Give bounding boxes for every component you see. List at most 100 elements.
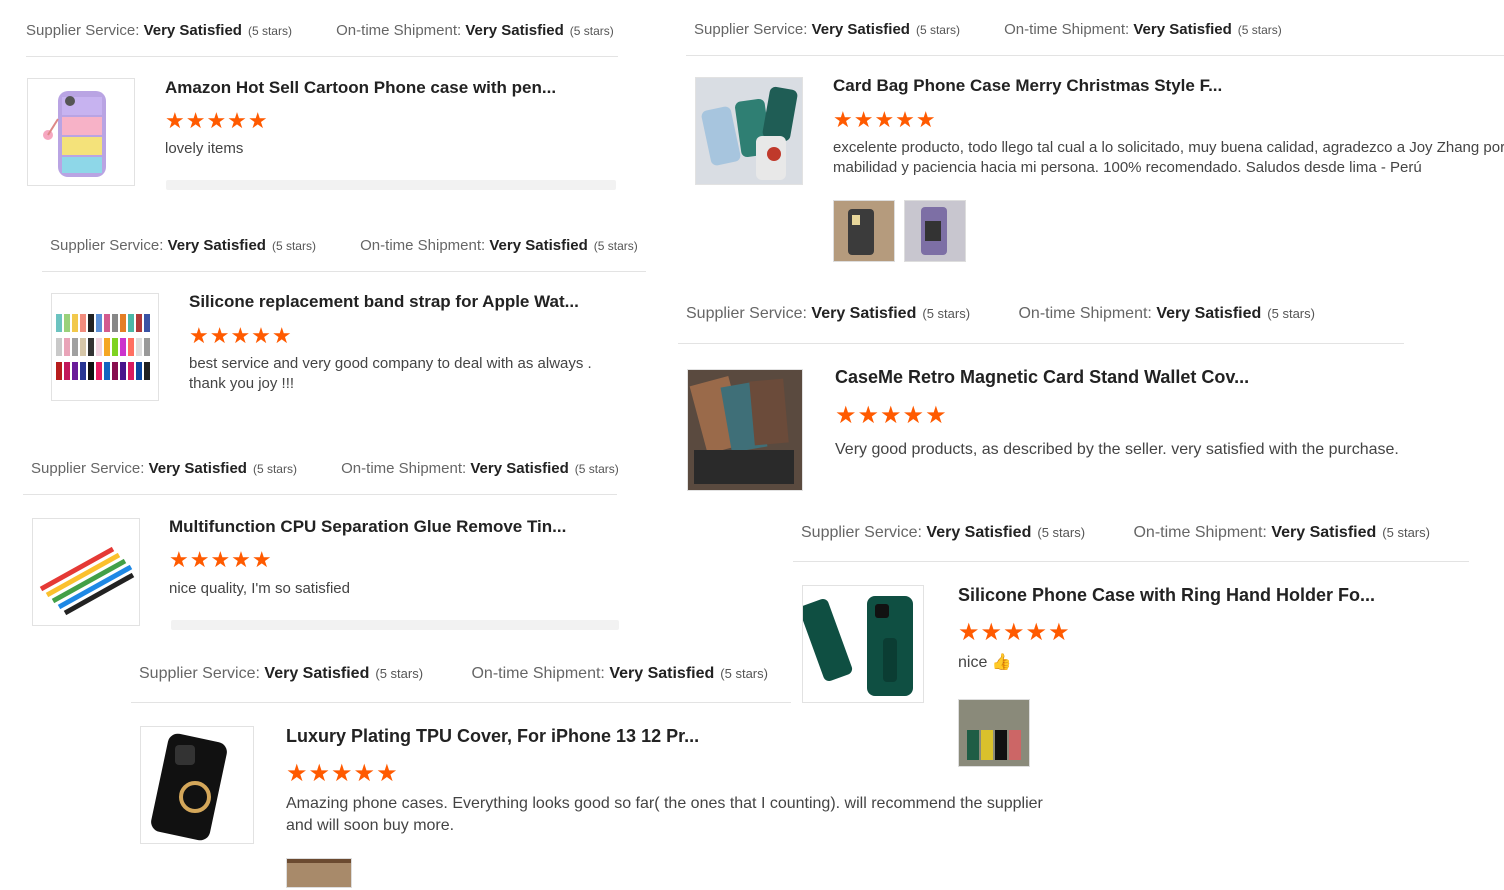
review-card: Supplier Service: Very Satisfied (5 stars… — [686, 19, 1504, 279]
supplier-service-note: (5 stars) — [922, 306, 971, 321]
star-rating: ★★★★★ — [165, 108, 269, 133]
supplier-service-note: (5 stars) — [915, 23, 960, 37]
shipment-label: On-time Shipment: — [360, 237, 486, 254]
product-thumbnail[interactable] — [32, 518, 140, 626]
product-thumbnail[interactable] — [140, 726, 254, 844]
review-text: nice quality, I'm so satisfied — [169, 580, 350, 597]
review-text: excelente producto, todo llego tal cual … — [833, 138, 1504, 178]
review-card: Supplier Service: Very Satisfied (5 stars… — [678, 303, 1406, 503]
scroll-bar — [166, 180, 616, 190]
review-photo[interactable] — [904, 200, 966, 262]
product-thumbnail[interactable] — [687, 369, 803, 491]
shipment-value: Very Satisfied — [1133, 21, 1232, 38]
shipment-label: On-time Shipment: — [1018, 305, 1152, 322]
shipment-note: (5 stars) — [593, 239, 638, 253]
rating-summary: Supplier Service: Very Satisfied (5 stars… — [801, 524, 1430, 542]
shipment-note: (5 stars) — [569, 24, 614, 38]
rating-summary: Supplier Service: Very Satisfied (5 stars… — [694, 21, 1282, 38]
divider — [23, 494, 617, 495]
shipment-label: On-time Shipment: — [1004, 21, 1130, 38]
scroll-bar — [171, 620, 619, 630]
review-line: excelente producto, todo llego tal cual … — [833, 139, 1504, 156]
product-thumbnail[interactable] — [27, 78, 135, 186]
shipment-note: (5 stars) — [1382, 525, 1430, 540]
review-photo[interactable] — [833, 200, 895, 262]
shipment-label: On-time Shipment: — [471, 665, 605, 682]
supplier-service-note: (5 stars) — [247, 24, 292, 38]
product-thumbnail[interactable] — [51, 293, 159, 401]
review-line: Amazing phone cases. Everything looks go… — [286, 795, 1043, 812]
review-line: mabilidad y paciencia hacia mi persona. … — [833, 159, 1422, 176]
product-thumbnail[interactable] — [695, 77, 803, 185]
supplier-service-value: Very Satisfied — [148, 460, 247, 477]
supplier-service-label: Supplier Service: — [694, 21, 808, 38]
product-title[interactable]: CaseMe Retro Magnetic Card Stand Wallet … — [835, 367, 1249, 388]
shipment-value: Very Satisfied — [465, 22, 564, 39]
supplier-service-value: Very Satisfied — [926, 524, 1032, 541]
star-rating: ★★★★★ — [286, 760, 399, 787]
star-rating: ★★★★★ — [169, 547, 273, 572]
product-title[interactable]: Card Bag Phone Case Merry Christmas Styl… — [833, 76, 1222, 96]
product-title[interactable]: Luxury Plating TPU Cover, For iPhone 13 … — [286, 726, 699, 747]
supplier-service-note: (5 stars) — [375, 666, 424, 681]
supplier-service-label: Supplier Service: — [50, 237, 164, 254]
review-card: Supplier Service: Very Satisfied (5 stars… — [26, 20, 626, 210]
shipment-note: (5 stars) — [1237, 23, 1282, 37]
shipment-value: Very Satisfied — [1271, 524, 1377, 541]
divider — [26, 56, 618, 57]
review-card: Supplier Service: Very Satisfied (5 stars… — [42, 235, 650, 425]
supplier-service-note: (5 stars) — [271, 239, 316, 253]
divider — [686, 55, 1504, 56]
divider — [131, 702, 791, 703]
review-photo[interactable] — [286, 858, 352, 888]
shipment-value: Very Satisfied — [470, 460, 569, 477]
supplier-service-note: (5 stars) — [252, 462, 297, 476]
product-title[interactable]: Multifunction CPU Separation Glue Remove… — [169, 517, 566, 537]
star-rating: ★★★★★ — [833, 107, 937, 132]
shipment-value: Very Satisfied — [1156, 305, 1262, 322]
supplier-service-label: Supplier Service: — [26, 22, 140, 39]
divider — [42, 271, 646, 272]
review-line: best service and very good company to de… — [189, 355, 592, 372]
phone-case-image — [43, 91, 106, 177]
supplier-service-value: Very Satisfied — [811, 21, 910, 38]
supplier-service-value: Very Satisfied — [811, 305, 917, 322]
wallet-case-image — [688, 370, 802, 490]
shipment-note: (5 stars) — [1267, 306, 1315, 321]
shipment-label: On-time Shipment: — [341, 460, 467, 477]
product-title[interactable]: Silicone replacement band strap for Appl… — [189, 292, 579, 312]
supplier-service-value: Very Satisfied — [264, 665, 370, 682]
review-line: thank you joy !!! — [189, 375, 295, 392]
supplier-service-label: Supplier Service: — [31, 460, 145, 477]
rating-summary: Supplier Service: Very Satisfied (5 stars… — [50, 237, 638, 254]
star-rating: ★★★★★ — [958, 619, 1071, 646]
supplier-service-label: Supplier Service: — [139, 665, 260, 682]
supplier-service-value: Very Satisfied — [167, 237, 266, 254]
product-title[interactable]: Silicone Phone Case with Ring Hand Holde… — [958, 585, 1375, 606]
review-card: Supplier Service: Very Satisfied (5 stars… — [23, 460, 631, 640]
supplier-service-label: Supplier Service: — [686, 305, 807, 322]
divider — [793, 561, 1469, 562]
review-text: lovely items — [165, 140, 244, 157]
review-line: and will soon buy more. — [286, 817, 455, 834]
phone-case-image — [696, 78, 802, 184]
rating-summary: Supplier Service: Very Satisfied (5 stars… — [31, 460, 619, 477]
shipment-value: Very Satisfied — [489, 237, 588, 254]
star-rating: ★★★★★ — [835, 402, 948, 429]
shipment-label: On-time Shipment: — [1133, 524, 1267, 541]
supplier-service-label: Supplier Service: — [801, 524, 922, 541]
review-text: Amazing phone cases. Everything looks go… — [286, 793, 1043, 837]
phone-case-image — [141, 727, 253, 843]
divider — [678, 343, 1404, 344]
shipment-note: (5 stars) — [720, 666, 768, 681]
rating-summary: Supplier Service: Very Satisfied (5 stars… — [686, 305, 1315, 323]
star-rating: ★★★★★ — [189, 323, 293, 348]
review-text: Very good products, as described by the … — [835, 441, 1399, 458]
rating-summary: Supplier Service: Very Satisfied (5 stars… — [139, 665, 768, 683]
review-text: best service and very good company to de… — [189, 354, 592, 394]
shipment-label: On-time Shipment: — [336, 22, 462, 39]
product-title[interactable]: Amazon Hot Sell Cartoon Phone case with … — [165, 78, 556, 98]
supplier-service-note: (5 stars) — [1037, 525, 1086, 540]
watch-band-image — [56, 314, 150, 380]
shipment-value: Very Satisfied — [609, 665, 715, 682]
